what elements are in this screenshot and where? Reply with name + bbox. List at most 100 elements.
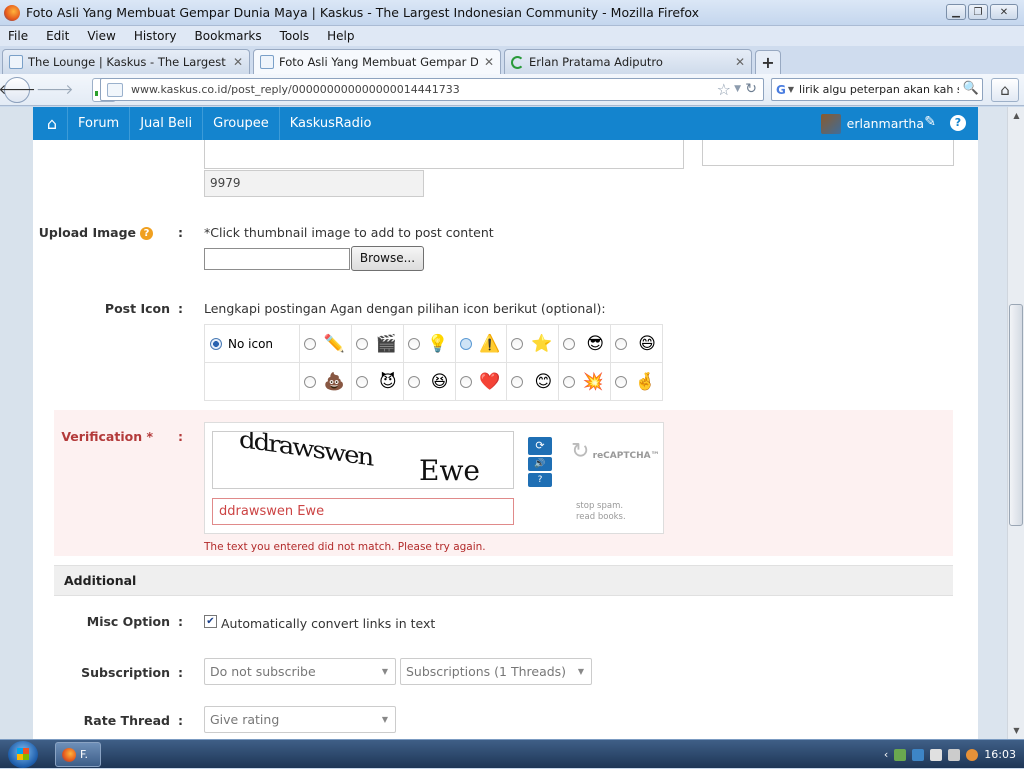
forward-button[interactable]: 🡒 bbox=[36, 81, 74, 98]
scroll-thumb[interactable] bbox=[1009, 304, 1023, 526]
message-textarea[interactable] bbox=[204, 140, 684, 169]
cool-face-icon[interactable]: 😎 bbox=[586, 335, 604, 353]
tab-label: The Lounge | Kaskus - The Largest Indon.… bbox=[28, 55, 227, 69]
laugh-face-icon[interactable]: 😆 bbox=[431, 373, 449, 391]
radio-icon[interactable] bbox=[511, 375, 524, 388]
post-icon-label: Post Icon bbox=[104, 301, 170, 316]
close-button[interactable]: ✕ bbox=[990, 4, 1018, 20]
url-dropdown-icon[interactable]: ▼ bbox=[734, 84, 741, 94]
menu-file[interactable]: File bbox=[8, 29, 28, 43]
captcha-input[interactable]: ddrawswen Ewe bbox=[212, 498, 514, 525]
captcha-help-icon[interactable]: ? bbox=[528, 473, 552, 487]
menu-history[interactable]: History bbox=[134, 29, 177, 43]
radio-icon[interactable] bbox=[563, 337, 576, 350]
menu-edit[interactable]: Edit bbox=[46, 29, 69, 43]
radio-icon[interactable] bbox=[304, 375, 316, 388]
tray-expand-icon[interactable]: ‹ bbox=[884, 748, 888, 761]
rate-thread-select[interactable]: Give rating ▼ bbox=[204, 706, 396, 733]
display-icon[interactable] bbox=[930, 748, 943, 761]
warning-icon[interactable]: ⚠️ bbox=[479, 335, 500, 353]
pencil-icon[interactable]: ✎ bbox=[924, 114, 936, 130]
subscriptions-folder-select[interactable]: Subscriptions (1 Threads) ▼ bbox=[400, 658, 592, 685]
page-scrollbar[interactable]: ▲ ▼ bbox=[1007, 107, 1024, 739]
menu-view[interactable]: View bbox=[87, 29, 115, 43]
page-viewport: ⌂ Forum Jual Beli Groupee KaskusRadio er… bbox=[0, 107, 1024, 739]
url-bar[interactable]: www.kaskus.co.id/post_reply/000000000000… bbox=[100, 78, 764, 101]
minimize-button[interactable]: ▁ bbox=[946, 4, 966, 20]
site-identity-icon[interactable] bbox=[107, 82, 123, 97]
radio-icon[interactable] bbox=[563, 375, 576, 388]
smile-face-icon[interactable]: 😄 bbox=[638, 335, 656, 353]
devil-face-icon[interactable]: 😈 bbox=[379, 373, 397, 391]
convert-links-checkbox[interactable]: ✔ bbox=[204, 615, 217, 628]
menu-help[interactable]: Help bbox=[327, 29, 354, 43]
reload-icon[interactable]: ↻ bbox=[745, 81, 757, 97]
radio-icon[interactable] bbox=[615, 337, 628, 350]
back-button[interactable]: 🡐 bbox=[0, 76, 36, 103]
convert-links-label: Automatically convert links in text bbox=[221, 616, 436, 631]
tab-foto-asli[interactable]: Foto Asli Yang Membuat Gempar Dunia M...… bbox=[253, 49, 501, 74]
start-button[interactable] bbox=[8, 741, 38, 768]
radio-icon[interactable] bbox=[459, 337, 472, 350]
nav-groupee[interactable]: Groupee bbox=[202, 107, 279, 140]
nav-forum[interactable]: Forum bbox=[67, 107, 129, 140]
subscription-select[interactable]: Do not subscribe ▼ bbox=[204, 658, 396, 685]
file-input[interactable] bbox=[204, 248, 350, 270]
google-icon[interactable]: G bbox=[776, 83, 786, 97]
tray-app-icon[interactable] bbox=[894, 748, 907, 761]
tab-erlan[interactable]: Erlan Pratama Adiputro ✕ bbox=[504, 49, 752, 74]
help-icon[interactable]: ? bbox=[140, 227, 153, 240]
home-button[interactable]: ⌂ bbox=[991, 78, 1019, 102]
nav-kaskusradio[interactable]: KaskusRadio bbox=[278, 107, 382, 140]
lightbulb-icon[interactable]: 💡 bbox=[427, 335, 448, 353]
heart-icon[interactable]: ❤️ bbox=[479, 373, 500, 391]
poop-icon[interactable]: 💩 bbox=[324, 373, 345, 391]
radio-icon[interactable] bbox=[459, 375, 472, 388]
star-icon[interactable]: ⭐ bbox=[531, 335, 552, 353]
window-titlebar: Foto Asli Yang Membuat Gempar Dunia Maya… bbox=[0, 0, 1024, 26]
tab-close-icon[interactable]: ✕ bbox=[735, 55, 745, 69]
scroll-down-icon[interactable]: ▼ bbox=[1008, 722, 1024, 739]
happy-face-icon[interactable]: 😊 bbox=[534, 373, 552, 391]
tray-orange-icon[interactable] bbox=[966, 748, 979, 761]
scroll-up-icon[interactable]: ▲ bbox=[1008, 107, 1024, 124]
upload-hint: *Click thumbnail image to add to post co… bbox=[204, 225, 494, 240]
side-panel bbox=[702, 140, 954, 166]
radio-icon[interactable] bbox=[407, 337, 420, 350]
bookmark-star-icon[interactable]: ☆ bbox=[717, 80, 731, 99]
radio-no-icon[interactable] bbox=[210, 337, 222, 350]
tab-close-icon[interactable]: ✕ bbox=[484, 55, 494, 69]
radio-icon[interactable] bbox=[511, 337, 524, 350]
user-menu[interactable]: erlanmartha bbox=[820, 107, 924, 140]
new-tab-button[interactable]: + bbox=[755, 50, 781, 74]
tab-lounge[interactable]: The Lounge | Kaskus - The Largest Indon.… bbox=[2, 49, 250, 74]
search-icon[interactable]: 🔍 bbox=[963, 81, 979, 96]
explosion-icon[interactable]: 💥 bbox=[583, 373, 604, 391]
no-icon-label: No icon bbox=[228, 336, 274, 351]
recaptcha-logo: ↻ reCAPTCHA™ bbox=[571, 439, 660, 464]
taskbar-firefox-button[interactable]: F. bbox=[55, 742, 101, 767]
nav-jual-beli[interactable]: Jual Beli bbox=[129, 107, 202, 140]
radio-icon[interactable] bbox=[355, 337, 368, 350]
search-bar[interactable]: G ▼ lirik algu peterpan akan kah semu 🔍 bbox=[771, 78, 983, 101]
radio-icon[interactable] bbox=[304, 337, 316, 350]
refresh-captcha-icon[interactable]: ⟳ bbox=[528, 437, 552, 455]
maximize-button[interactable]: ❐ bbox=[968, 4, 988, 20]
home-icon[interactable]: ⌂ bbox=[37, 114, 67, 133]
help-icon[interactable]: ? bbox=[950, 115, 966, 131]
radio-icon[interactable] bbox=[615, 375, 628, 388]
volume-icon[interactable] bbox=[948, 748, 961, 761]
radio-icon[interactable] bbox=[407, 375, 420, 388]
clapper-icon[interactable]: 🎬 bbox=[376, 335, 397, 353]
radio-icon[interactable] bbox=[355, 375, 368, 388]
audio-captcha-icon[interactable]: 🔊 bbox=[528, 457, 552, 471]
pencil-icon[interactable]: ✏️ bbox=[324, 335, 345, 353]
browse-button[interactable]: Browse... bbox=[351, 246, 424, 271]
tab-close-icon[interactable]: ✕ bbox=[233, 55, 243, 69]
menu-tools[interactable]: Tools bbox=[280, 29, 310, 43]
network-icon[interactable] bbox=[912, 748, 925, 761]
menu-bookmarks[interactable]: Bookmarks bbox=[195, 29, 262, 43]
clock[interactable]: 16:03 bbox=[984, 748, 1016, 761]
hand-icon[interactable]: 🤞 bbox=[635, 373, 656, 391]
search-engine-dropdown-icon[interactable]: ▼ bbox=[788, 85, 794, 94]
